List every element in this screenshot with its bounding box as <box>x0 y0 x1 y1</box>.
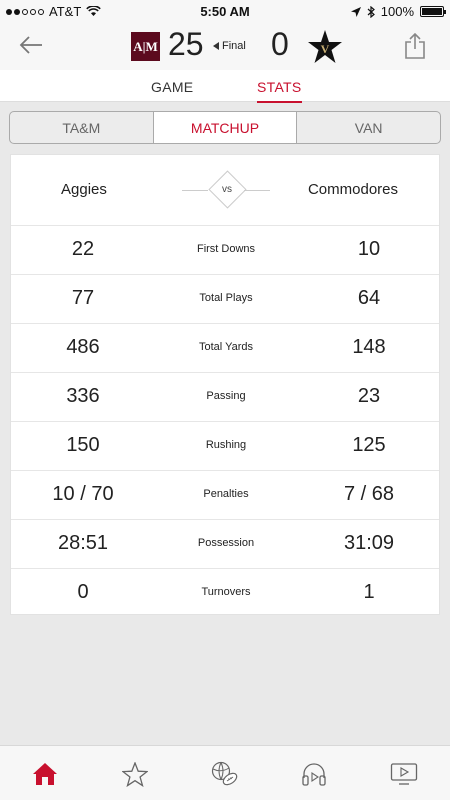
divider <box>182 190 208 191</box>
stat-label: Rushing <box>205 439 247 451</box>
location-arrow-icon <box>350 6 361 17</box>
tab-bar-video[interactable] <box>389 760 419 788</box>
stat-row: 486 Total Yards 148 <box>11 324 439 373</box>
home-stat-value: 336 <box>66 385 100 407</box>
score-header: A|M 25 Final 0 V <box>0 22 450 70</box>
tab-bar-audio[interactable] <box>299 760 329 788</box>
stat-label: Total Plays <box>199 292 253 304</box>
bottom-tab-bar <box>0 745 450 800</box>
stat-label: Turnovers <box>201 586 251 598</box>
matchup-stats-card: Aggies vs Commodores 22 First Downs 10 7… <box>10 154 440 615</box>
tab-stats[interactable]: STATS <box>257 79 302 103</box>
home-team-name: Aggies <box>61 181 107 198</box>
home-stat-value: 150 <box>66 434 100 456</box>
game-status-label: Final <box>222 40 246 52</box>
winner-indicator-icon <box>213 42 219 50</box>
stat-row: 150 Rushing 125 <box>11 422 439 471</box>
away-stat-value: 1 <box>363 581 375 603</box>
star-icon <box>122 761 148 787</box>
stat-row: 28:51 Possession 31:09 <box>11 520 439 569</box>
segment-matchup[interactable]: MATCHUP <box>153 112 298 143</box>
away-team-logo[interactable]: V <box>307 29 343 65</box>
stat-label: Passing <box>206 390 246 402</box>
share-icon <box>405 33 425 59</box>
back-arrow-icon <box>19 36 42 54</box>
stat-row: 10 / 70 Penalties 7 / 68 <box>11 471 439 520</box>
share-button[interactable] <box>400 30 430 62</box>
battery-percent: 100% <box>380 4 414 19</box>
home-stat-value: 10 / 70 <box>52 483 114 505</box>
status-bar: AT&T 5:50 AM 100% <box>0 0 450 22</box>
away-stat-value: 31:09 <box>343 532 395 554</box>
stat-row: 22 First Downs 10 <box>11 226 439 275</box>
svg-text:V: V <box>321 42 330 56</box>
back-button[interactable] <box>16 30 46 60</box>
tab-bar-favorites[interactable] <box>120 760 150 788</box>
game-status: Final <box>213 40 246 52</box>
status-right: 100% <box>350 4 446 19</box>
away-score: 0 <box>271 26 289 62</box>
away-stat-value: 125 <box>352 434 386 456</box>
segment-home-team[interactable]: TA&M <box>10 112 154 143</box>
away-stat-value: 23 <box>357 385 381 407</box>
away-stat-value: 7 / 68 <box>343 483 395 505</box>
stat-label: Total Yards <box>198 341 253 353</box>
divider <box>244 190 270 191</box>
headphones-icon <box>302 763 326 786</box>
vs-label: vs <box>222 183 232 195</box>
tab-bar-sports[interactable] <box>210 760 240 788</box>
away-team-name: Commodores <box>307 181 398 198</box>
main-tabs: GAME STATS <box>0 70 450 103</box>
stat-row: 0 Turnovers 1 <box>11 569 439 618</box>
matchup-header: Aggies vs Commodores <box>11 155 439 226</box>
team-segment-control: TA&M MATCHUP VAN <box>9 111 441 144</box>
home-stat-value: 22 <box>71 238 95 260</box>
segment-away-team[interactable]: VAN <box>297 112 440 143</box>
tab-bar-home[interactable] <box>30 760 60 788</box>
home-icon <box>33 763 57 785</box>
stat-label: Penalties <box>203 488 249 500</box>
tab-game[interactable]: GAME <box>151 79 193 95</box>
stat-row: 77 Total Plays 64 <box>11 275 439 324</box>
away-stat-value: 10 <box>357 238 381 260</box>
stat-row: 336 Passing 23 <box>11 373 439 422</box>
away-stat-value: 64 <box>357 287 381 309</box>
home-team-logo[interactable]: A|M <box>131 32 160 61</box>
tv-icon <box>390 763 418 785</box>
vs-badge: vs <box>207 169 247 209</box>
bluetooth-icon <box>367 5 375 18</box>
home-stat-value: 28:51 <box>57 532 109 554</box>
home-stat-value: 77 <box>71 287 95 309</box>
stat-label: Possession <box>197 537 255 549</box>
home-stat-value: 486 <box>66 336 100 358</box>
home-stat-value: 0 <box>77 581 89 603</box>
sports-balls-icon <box>211 761 238 786</box>
away-stat-value: 148 <box>352 336 386 358</box>
stat-label: First Downs <box>196 243 256 255</box>
battery-icon <box>420 6 446 17</box>
home-score: 25 <box>168 26 204 62</box>
